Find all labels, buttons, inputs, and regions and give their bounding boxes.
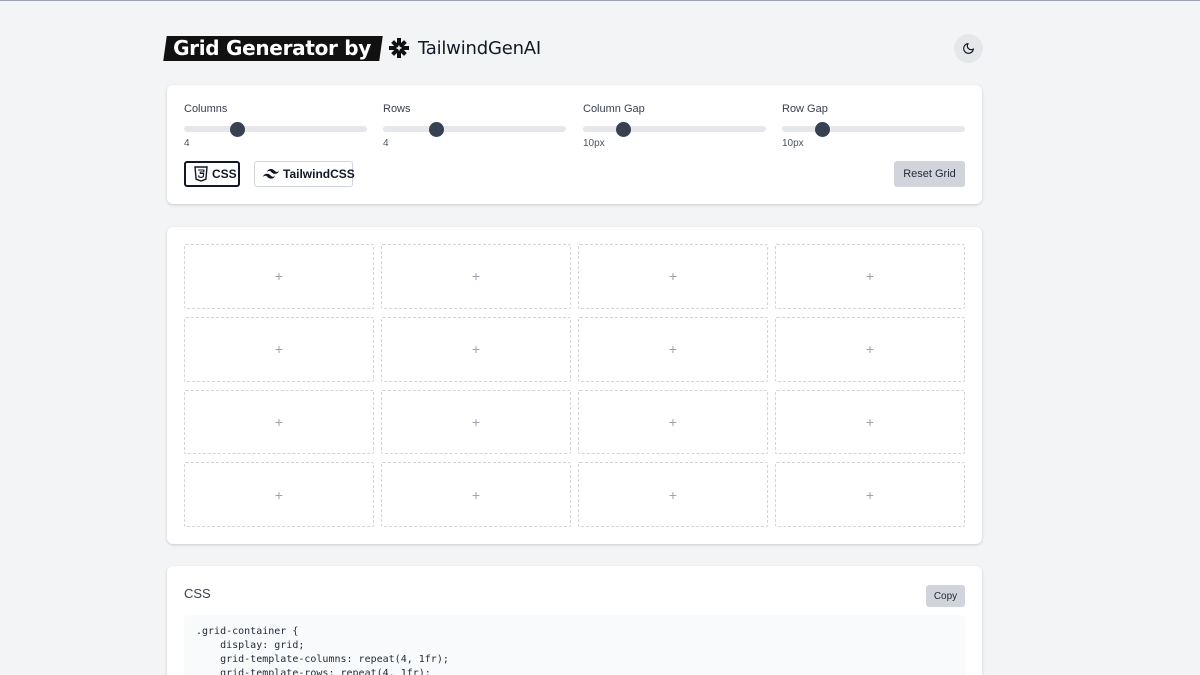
grid-cell[interactable]: +	[184, 316, 374, 382]
add-item-icon: +	[274, 486, 284, 503]
brand-title-badge: Grid Generator by	[163, 35, 383, 61]
code-line: grid-template-columns: repeat(4, 1fr);	[196, 654, 449, 665]
slider-label: Columns	[184, 103, 228, 115]
columns-slider-group: Columns 4	[184, 103, 367, 149]
slider-thumb[interactable]	[230, 122, 246, 137]
add-item-icon: +	[471, 341, 481, 358]
tailwindgenai-logo-icon	[387, 36, 411, 60]
grid-cell[interactable]: +	[775, 462, 965, 527]
grid-cell[interactable]: +	[775, 389, 965, 455]
grid-cell[interactable]: +	[184, 244, 374, 309]
grid-cell[interactable]: +	[381, 462, 571, 527]
add-item-icon: +	[668, 413, 678, 430]
add-item-icon: +	[865, 341, 875, 358]
brand-title: Grid Generator by	[173, 35, 372, 60]
theme-toggle-button[interactable]	[954, 33, 983, 63]
add-item-icon: +	[274, 268, 284, 285]
rows-slider[interactable]	[383, 122, 566, 137]
grid-preview: + + + + + + + + + + + + + + + +	[184, 244, 965, 527]
add-item-icon: +	[865, 413, 875, 430]
slider-value: 4	[383, 138, 389, 149]
grid-cell[interactable]: +	[578, 244, 768, 309]
slider-value: 4	[184, 138, 190, 149]
code-line: grid-template-rows: repeat(4, 1fr);	[196, 668, 431, 675]
row-gap-slider[interactable]	[782, 122, 965, 137]
grid-preview-panel: + + + + + + + + + + + + + + + +	[167, 227, 982, 544]
rows-slider-group: Rows 4	[383, 103, 566, 149]
grid-cell[interactable]: +	[381, 389, 571, 455]
add-item-icon: +	[274, 413, 284, 430]
code-output-panel: CSS Copy .grid-container { display: grid…	[167, 566, 982, 675]
brand-name: TailwindGenAI	[417, 37, 541, 59]
slider-thumb[interactable]	[815, 122, 831, 137]
grid-cell[interactable]: +	[184, 462, 374, 527]
slider-thumb[interactable]	[616, 122, 632, 137]
slider-label: Column Gap	[583, 103, 645, 115]
moon-icon	[962, 42, 975, 55]
add-item-icon: +	[865, 268, 875, 285]
column-gap-slider[interactable]	[583, 122, 766, 137]
tailwind-format-button[interactable]: TailwindCSS	[254, 161, 355, 187]
column-gap-slider-group: Column Gap 10px	[583, 103, 766, 149]
add-item-icon: +	[471, 486, 481, 503]
tailwind-format-label: TailwindCSS	[283, 167, 355, 181]
grid-cell[interactable]: +	[775, 316, 965, 382]
add-item-icon: +	[668, 486, 678, 503]
grid-cell[interactable]: +	[578, 389, 768, 455]
slider-label: Row Gap	[782, 103, 828, 115]
tailwind-icon	[263, 169, 279, 179]
reset-grid-button[interactable]: Reset Grid	[894, 161, 965, 187]
grid-cell[interactable]: +	[578, 316, 768, 382]
slider-value: 10px	[583, 138, 605, 149]
add-item-icon: +	[471, 413, 481, 430]
brand[interactable]: Grid Generator by TailwindGenAI	[163, 35, 541, 61]
code-title: CSS	[184, 586, 211, 601]
slider-label: Rows	[383, 103, 411, 115]
grid-cell[interactable]: +	[381, 316, 571, 382]
controls-panel: Columns 4 Rows 4 Column Gap 10px Row Gap…	[167, 85, 982, 204]
add-item-icon: +	[865, 486, 875, 503]
css3-icon	[194, 166, 208, 182]
css-format-button[interactable]: CSS	[184, 161, 240, 187]
add-item-icon: +	[668, 268, 678, 285]
css-format-label: CSS	[212, 167, 237, 181]
add-item-icon: +	[471, 268, 481, 285]
grid-cell[interactable]: +	[381, 244, 571, 309]
slider-value: 10px	[782, 138, 804, 149]
code-line: display: grid;	[196, 640, 305, 651]
grid-cell[interactable]: +	[578, 462, 768, 527]
grid-cell[interactable]: +	[184, 389, 374, 455]
header: Grid Generator by TailwindGenAI	[163, 33, 983, 63]
add-item-icon: +	[274, 341, 284, 358]
code-line: .grid-container {	[196, 626, 299, 637]
row-gap-slider-group: Row Gap 10px	[782, 103, 965, 149]
add-item-icon: +	[668, 341, 678, 358]
copy-button[interactable]: Copy	[926, 585, 965, 607]
grid-cell[interactable]: +	[775, 244, 965, 309]
columns-slider[interactable]	[184, 122, 367, 137]
code-block: .grid-container { display: grid; grid-te…	[184, 615, 965, 675]
slider-thumb[interactable]	[429, 122, 445, 137]
